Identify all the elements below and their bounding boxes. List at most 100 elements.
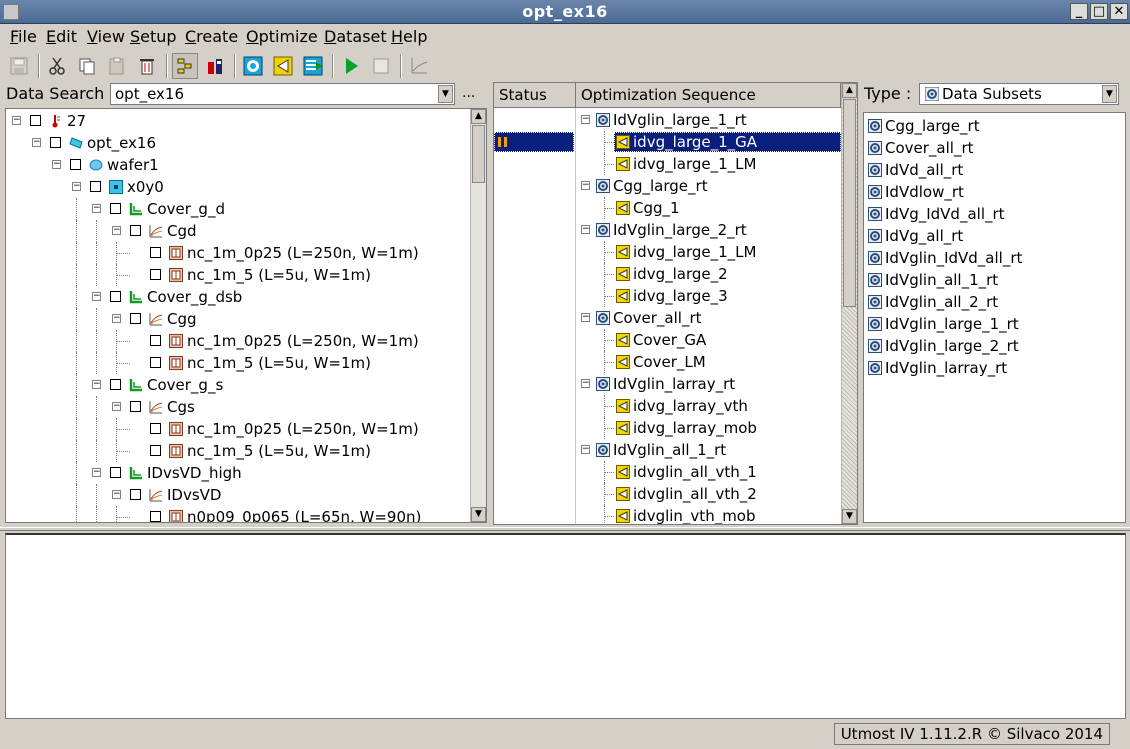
sequence-step-label[interactable]: idvg_large_1_GA	[633, 131, 757, 153]
tree-expander[interactable]: −	[581, 445, 590, 454]
type-select[interactable]: Data Subsets ▼	[919, 83, 1119, 105]
tree-node-label[interactable]: 27	[67, 110, 86, 132]
sequence-step-label[interactable]: idvglin_vth_mob	[633, 505, 756, 524]
tree-node-label[interactable]: Cgs	[167, 396, 195, 418]
sequence-step-label[interactable]: idvg_larray_vth	[633, 395, 748, 417]
tree-expander[interactable]: −	[92, 380, 101, 389]
tree-node-label[interactable]: Cover_g_s	[147, 374, 223, 396]
tree-checkbox[interactable]	[150, 445, 161, 456]
copy-icon[interactable]	[74, 53, 100, 79]
menu-edit[interactable]: Edit	[46, 27, 77, 46]
tree-expander[interactable]: −	[581, 225, 590, 234]
data-subset-item[interactable]: IdVglin_large_2_rt	[885, 335, 1019, 357]
sequence-step-label[interactable]: idvg_large_2	[633, 263, 728, 285]
tree-expander[interactable]: −	[92, 468, 101, 477]
scroll-up-arrow-icon[interactable]: ▲	[471, 109, 486, 124]
tree-checkbox[interactable]	[150, 269, 161, 280]
status-column-header[interactable]: Status	[494, 83, 576, 108]
sequence-group-label[interactable]: IdVglin_all_1_rt	[613, 439, 726, 461]
scroll-up-arrow-icon[interactable]: ▲	[842, 83, 857, 98]
scroll-thumb[interactable]	[472, 125, 485, 183]
tree-checkbox[interactable]	[130, 313, 141, 324]
tree-expander[interactable]: −	[112, 490, 121, 499]
menu-setup[interactable]: Setup	[130, 27, 177, 46]
chevron-down-icon[interactable]: ▼	[438, 85, 453, 103]
tree-checkbox[interactable]	[110, 203, 121, 214]
tree-scrollbar[interactable]: ▲ ▼	[470, 109, 486, 522]
tree-expander[interactable]: −	[72, 182, 81, 191]
tree-expander[interactable]: −	[92, 292, 101, 301]
menu-help[interactable]: Help	[391, 27, 427, 46]
tree-node-label[interactable]: IDvsVD	[167, 484, 221, 506]
sequence-group-label[interactable]: IdVglin_larray_rt	[613, 373, 735, 395]
dataset-icon[interactable]	[300, 53, 326, 79]
sequence-group-label[interactable]: IdVglin_large_2_rt	[613, 219, 747, 241]
data-subset-item[interactable]: IdVg_all_rt	[885, 225, 963, 247]
tree-node-label[interactable]: x0y0	[127, 176, 164, 198]
data-subset-item[interactable]: Cgg_large_rt	[885, 115, 980, 137]
sequence-scrollbar[interactable]: ▲ ▼	[841, 83, 857, 524]
close-button[interactable]: ✕	[1110, 3, 1128, 20]
delete-icon[interactable]	[134, 53, 160, 79]
data-subset-item[interactable]: IdVglin_IdVd_all_rt	[885, 247, 1022, 269]
tree-checkbox[interactable]	[110, 379, 121, 390]
sequence-column-header[interactable]: Optimization Sequence	[576, 83, 841, 108]
save-icon[interactable]	[6, 53, 32, 79]
menu-file[interactable]: File	[10, 27, 37, 46]
sequence-step-label[interactable]: idvglin_all_vth_2	[633, 483, 757, 505]
sequence-step-label[interactable]: Cgg_1	[633, 197, 680, 219]
tree-node-label[interactable]: opt_ex16	[87, 132, 156, 154]
menu-create[interactable]: Create	[185, 27, 238, 46]
tree-expander[interactable]: −	[581, 313, 590, 322]
data-search-more-button[interactable]: ...	[462, 85, 475, 101]
tree-expander[interactable]: −	[112, 402, 121, 411]
tree-expander[interactable]: −	[12, 116, 21, 125]
sequence-step-label[interactable]: idvg_large_3	[633, 285, 728, 307]
tree-checkbox[interactable]	[150, 423, 161, 434]
sequence-step-label[interactable]: Cover_LM	[633, 351, 706, 373]
tree-checkbox[interactable]	[70, 159, 81, 170]
stop-icon[interactable]	[368, 53, 394, 79]
data-subset-item[interactable]: IdVglin_larray_rt	[885, 357, 1007, 379]
tree-node-label[interactable]: wafer1	[107, 154, 159, 176]
tree-node-label[interactable]: nc_1m_0p25 (L=250n, W=1m)	[187, 242, 419, 264]
tree-checkbox[interactable]	[150, 511, 161, 522]
tree-node-label[interactable]: n0p09_0p065 (L=65n, W=90n)	[187, 506, 421, 522]
maximize-button[interactable]: □	[1090, 3, 1108, 20]
sequence-icon[interactable]	[172, 53, 198, 79]
paste-icon[interactable]	[104, 53, 130, 79]
data-subset-item[interactable]: IdVdlow_rt	[885, 181, 964, 203]
sequence-group-label[interactable]: IdVglin_large_1_rt	[613, 109, 747, 131]
tree-expander[interactable]: −	[581, 115, 590, 124]
scroll-down-arrow-icon[interactable]: ▼	[842, 509, 857, 524]
tree-expander[interactable]: −	[92, 204, 101, 213]
tree-checkbox[interactable]	[150, 335, 161, 346]
data-search-combo[interactable]: opt_ex16 ▼	[110, 83, 455, 105]
tree-checkbox[interactable]	[150, 247, 161, 258]
tree-checkbox[interactable]	[130, 401, 141, 412]
run-icon[interactable]	[338, 53, 364, 79]
tree-node-label[interactable]: Cgg	[167, 308, 197, 330]
tree-checkbox[interactable]	[30, 115, 41, 126]
model-icon[interactable]	[202, 53, 228, 79]
tree-expander[interactable]: −	[581, 181, 590, 190]
tree-node-label[interactable]: nc_1m_0p25 (L=250n, W=1m)	[187, 330, 419, 352]
tree-node-label[interactable]: nc_1m_0p25 (L=250n, W=1m)	[187, 418, 419, 440]
scroll-down-arrow-icon[interactable]: ▼	[471, 507, 486, 522]
tree-node-label[interactable]: IDvsVD_high	[147, 462, 242, 484]
tree-checkbox[interactable]	[90, 181, 101, 192]
menu-optimize[interactable]: Optimize	[246, 27, 318, 46]
sequence-step-label[interactable]: idvg_larray_mob	[633, 417, 757, 439]
tree-checkbox[interactable]	[130, 489, 141, 500]
tree-node-label[interactable]: nc_1m_5 (L=5u, W=1m)	[187, 264, 371, 286]
sequence-step-label[interactable]: idvg_large_1_LM	[633, 153, 756, 175]
data-subset-item[interactable]: IdVd_all_rt	[885, 159, 963, 181]
tree-expander[interactable]: −	[112, 314, 121, 323]
tree-node-label[interactable]: Cover_g_dsb	[147, 286, 242, 308]
sequence-step-label[interactable]: idvg_large_1_LM	[633, 241, 756, 263]
tree-expander[interactable]: −	[52, 160, 61, 169]
chevron-down-icon[interactable]: ▼	[1102, 85, 1117, 103]
tree-node-label[interactable]: nc_1m_5 (L=5u, W=1m)	[187, 440, 371, 462]
arrow-icon[interactable]	[270, 53, 296, 79]
tree-expander[interactable]: −	[581, 379, 590, 388]
